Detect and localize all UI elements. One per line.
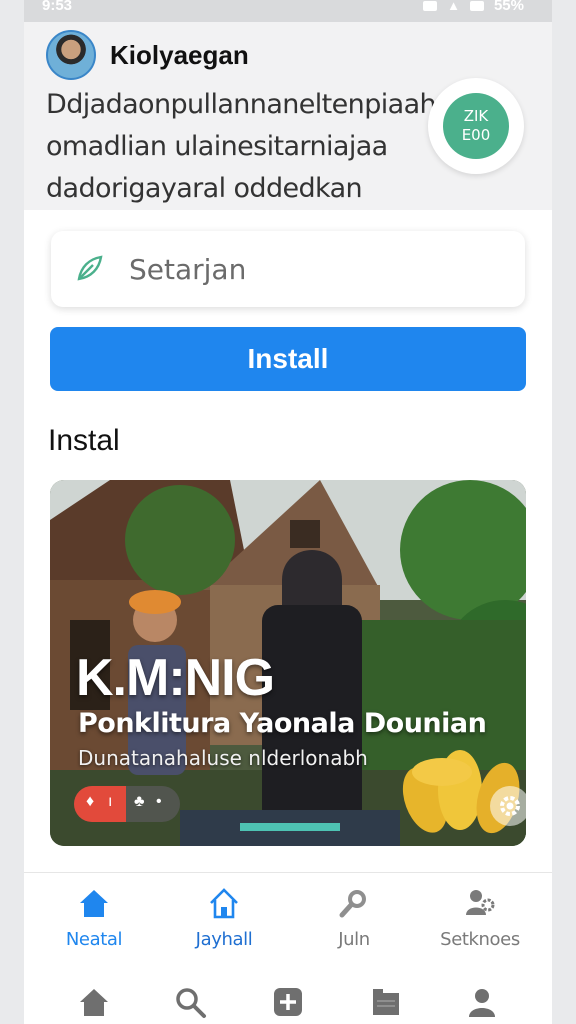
house-outline-icon [210,888,238,919]
notification-icon [423,0,438,11]
hero-subtitle: Ponklitura Yaonala Dounian [78,708,487,739]
tab-jayhall[interactable]: Jayhall [164,885,284,950]
info-icon: ı [108,793,113,810]
flag-icon: ♦ [86,793,95,810]
gear-icon[interactable] [490,786,526,826]
like-icon: ♣ [134,793,145,810]
tab-neatal[interactable]: Neatal [34,885,154,950]
settings-people-icon [466,890,495,915]
search-placeholder: Setarjan [129,253,247,286]
status-time: 9:53 [42,0,73,14]
wifi-icon: ▲ [447,0,460,13]
more-icon: • [156,793,162,810]
battery-percent: 55% [493,0,524,14]
search-field[interactable]: Setarjan [51,231,525,307]
pencil-leaf-icon [77,255,103,281]
home-icon [80,890,108,917]
hero-tags[interactable]: ♦ ı ♣ • [74,786,180,822]
tab-label: Setknoes [440,929,520,950]
microphone-icon [339,890,366,918]
tag-highlight [74,786,126,822]
gear-glyph [500,796,520,816]
tab-label: Jayhall [195,929,253,950]
tab-label: Juln [338,929,370,950]
hero-caption: Dunatanahaluse nlderlonabh [78,746,368,770]
profile-icon[interactable] [465,985,499,1019]
avatar[interactable] [46,30,96,80]
section-title: Instal [48,424,120,457]
install-button[interactable]: Install [50,327,526,391]
app-description: Ddjadaonpullannaneltenpiaah omadlian ula… [46,89,437,204]
badge-circle: ZIK E00 [443,93,509,159]
hero-title: K.M:NIG [76,649,275,707]
system-navbar [24,979,552,1024]
featured-card[interactable]: K.M:NIG Ponklitura Yaonala Dounian Dunat… [50,480,526,846]
badge-line2: E00 [461,126,491,144]
badge-line1: ZIK [463,107,489,125]
app-header: Kiolyaegan Ddjadaonpullannaneltenpiaah o… [24,22,552,210]
tab-juln[interactable]: Juln [294,885,414,950]
tab-label: Neatal [65,929,123,950]
battery-icon [469,0,484,11]
phone-screen: 9:53 ▲ 55% Kiolyaegan Ddjadaonpullannane… [24,0,552,1024]
add-icon[interactable] [271,985,305,1019]
app-name: Kiolyaegan [110,40,249,70]
tab-setknoes[interactable]: Setknoes [420,885,540,950]
search-icon[interactable] [173,985,207,1019]
library-icon[interactable] [369,985,403,1019]
status-icons: ▲ 55% [423,0,524,14]
bottom-tabs: Neatal Jayhall Juln Setknoes [24,872,552,1024]
home-icon[interactable] [77,985,111,1019]
status-bar: 9:53 ▲ 55% [24,0,552,22]
rating-badge[interactable]: ZIK E00 [428,78,524,174]
